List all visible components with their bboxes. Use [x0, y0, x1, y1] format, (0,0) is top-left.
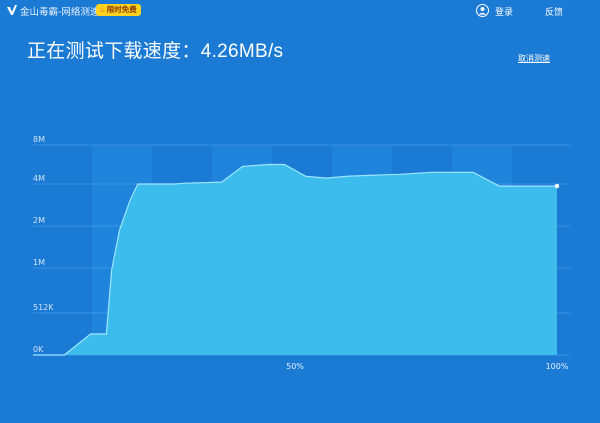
y-tick-label: 0K [33, 345, 44, 354]
y-tick-label: 4M [33, 174, 45, 183]
y-tick-label: 2M [33, 216, 45, 225]
current-point [554, 183, 560, 189]
y-tick-label: 1M [33, 258, 45, 267]
x-tick-label: 100% [546, 362, 569, 371]
speed-chart: 0K 512K 1M 2M 4M 8M 50% 100% [33, 135, 570, 371]
x-tick-label: 50% [286, 362, 304, 371]
y-tick-label: 512K [33, 303, 54, 312]
y-tick-label: 8M [33, 135, 45, 144]
